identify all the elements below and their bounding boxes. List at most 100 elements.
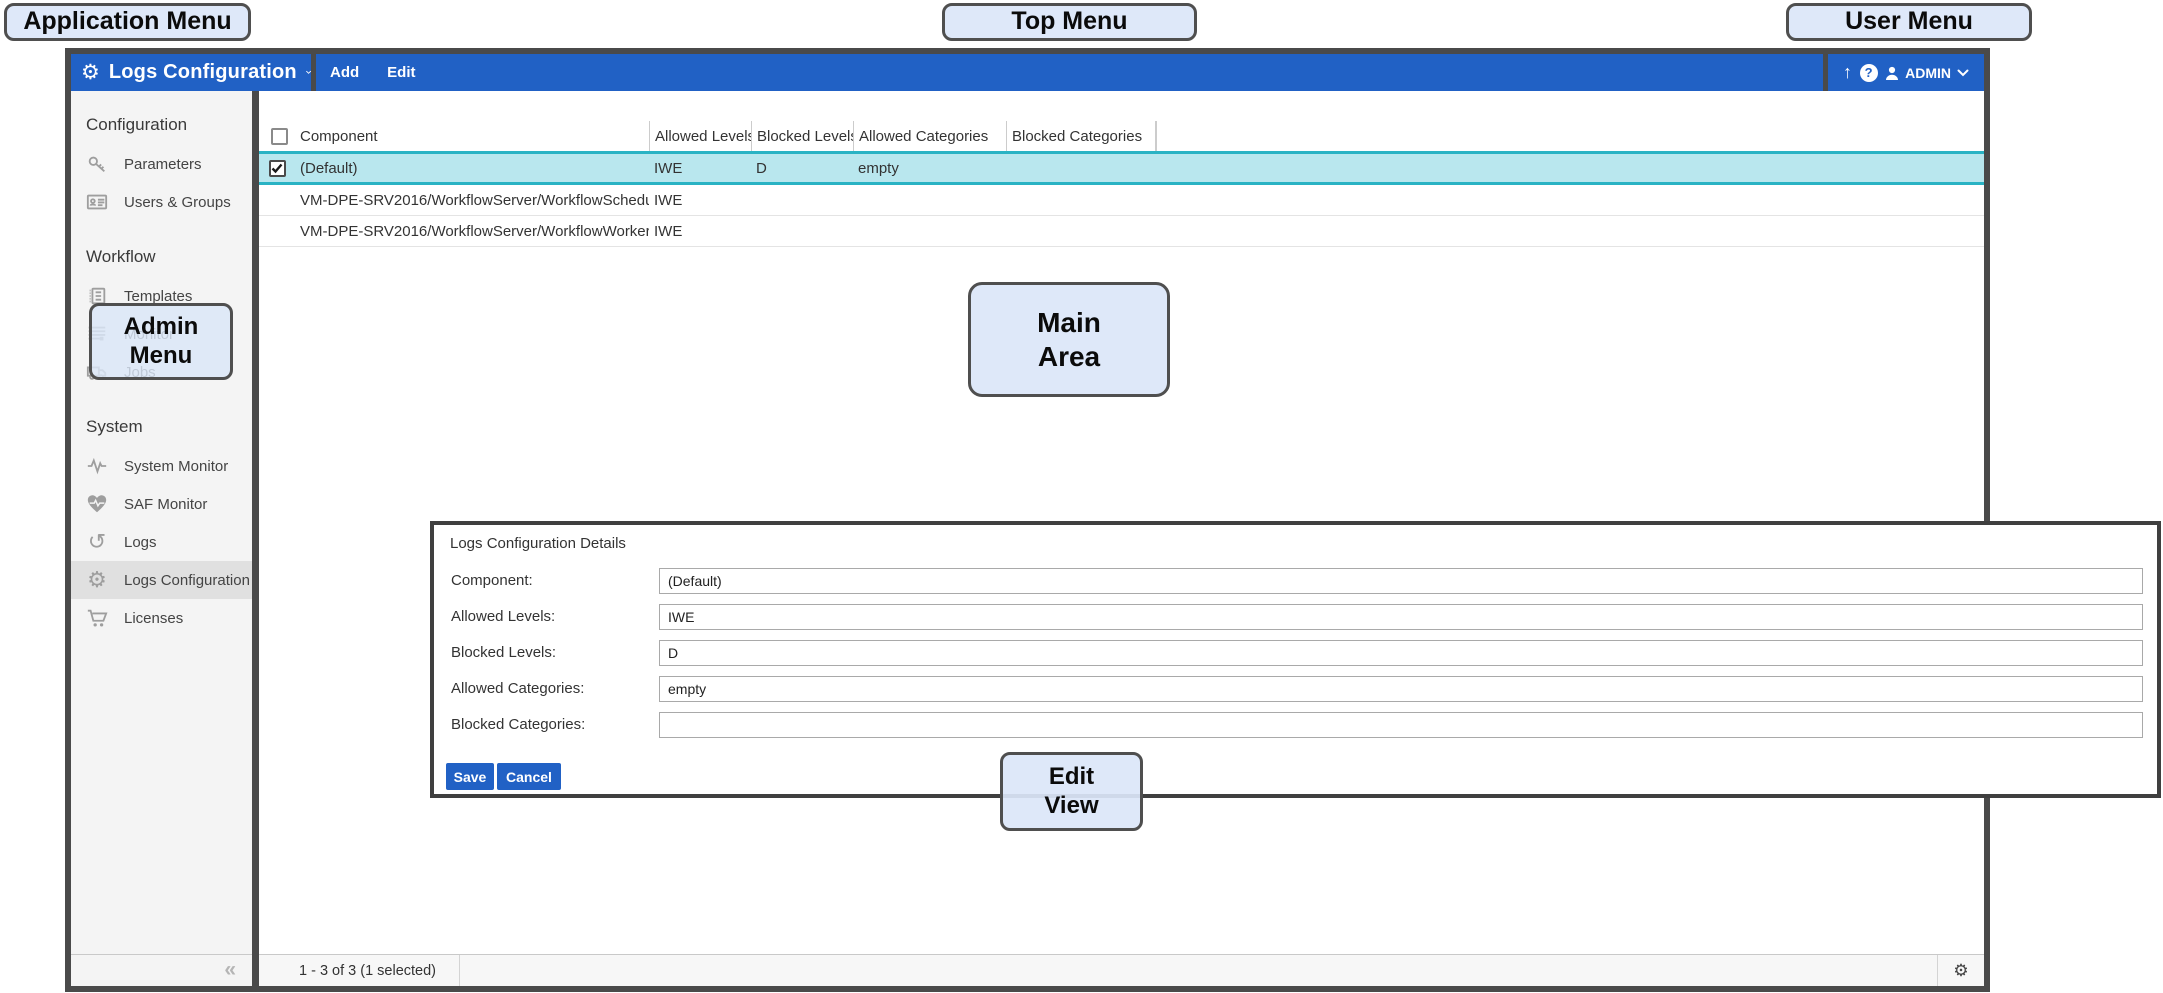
cart-icon [85, 606, 109, 630]
row-checkbox-cell [259, 216, 295, 246]
add-button[interactable]: Add [330, 64, 359, 81]
callout-top-menu: Top Menu [942, 3, 1197, 41]
sidebar-section-workflow: Workflow [86, 247, 252, 267]
sidebar-item-label: Templates [124, 288, 192, 305]
field-label: Component: [451, 572, 533, 589]
sidebar-item-system-monitor[interactable]: System Monitor [71, 447, 252, 485]
callout-label: Area [1038, 340, 1100, 373]
checkmark-icon [271, 163, 283, 174]
history-icon: ↺ [85, 530, 109, 554]
sidebar-item-label: Logs Configuration [124, 572, 250, 589]
sidebar-item-logs-configuration[interactable]: ⚙ Logs Configuration [71, 561, 252, 599]
column-header-allowed-categories[interactable]: Allowed Categories [853, 121, 1006, 151]
cell-component: (Default) [295, 154, 649, 182]
allowed-levels-field[interactable] [659, 604, 2143, 630]
gear-icon: ⚙ [85, 568, 109, 592]
logs-configuration-table: Component Allowed Levels Blocked Levels … [259, 121, 1984, 247]
cell-filler [1156, 216, 1984, 246]
admin-menu-sidebar: Configuration Parameters Users & Groups [71, 91, 252, 986]
column-header-blocked-categories[interactable]: Blocked Categories [1006, 121, 1156, 151]
sidebar-item-licenses[interactable]: Licenses [71, 599, 252, 637]
save-button[interactable]: Save [446, 763, 494, 790]
app-window: ⚙ Logs Configuration Add Edit ↑ ? ADMIN [65, 48, 1990, 992]
callout-label: Top Menu [1011, 7, 1127, 37]
table-row[interactable]: VM-DPE-SRV2016/WorkflowServer/WorkflowSc… [259, 185, 1984, 216]
blocked-categories-field[interactable] [659, 712, 2143, 738]
cell-filler [1156, 154, 1984, 182]
user-menu-area: ↑ ? ADMIN [1828, 54, 1984, 91]
form-row-allowed-levels: Allowed Levels: [434, 604, 2157, 630]
sidebar-section-system: System [86, 417, 252, 437]
cell-blocked-levels [751, 185, 853, 215]
callout-label: Edit [1049, 763, 1094, 791]
field-label: Blocked Categories: [451, 716, 585, 733]
table-settings-gear-icon[interactable]: ⚙ [1938, 955, 1984, 986]
edit-button[interactable]: Edit [387, 64, 415, 81]
chevron-down-icon [1957, 69, 1969, 77]
application-menu-button[interactable]: ⚙ Logs Configuration [71, 54, 311, 91]
callout-label: Menu [130, 342, 193, 370]
sidebar-item-label: Users & Groups [124, 194, 231, 211]
sidebar-item-label: SAF Monitor [124, 496, 207, 513]
sidebar-divider [252, 91, 259, 986]
documentation-page: ⚙ Logs Configuration Add Edit ↑ ? ADMIN [0, 0, 2163, 993]
callout-label: View [1044, 792, 1098, 820]
callout-label: User Menu [1845, 7, 1973, 37]
help-icon[interactable]: ? [1860, 64, 1878, 82]
edit-view-panel: Logs Configuration Details Component: Al… [430, 521, 2161, 798]
cell-component: VM-DPE-SRV2016/WorkflowServer/WorkflowSc… [295, 185, 649, 215]
key-icon [85, 152, 109, 176]
sidebar-item-logs[interactable]: ↺ Logs [71, 523, 252, 561]
form-row-blocked-categories: Blocked Categories: [434, 712, 2157, 738]
column-header-component[interactable]: Component [295, 121, 649, 151]
id-card-icon [85, 190, 109, 214]
cell-blocked-categories [1006, 216, 1156, 246]
form-row-component: Component: [434, 568, 2157, 594]
callout-label: Admin [124, 313, 199, 341]
component-field[interactable] [659, 568, 2143, 594]
cell-blocked-levels [751, 216, 853, 246]
record-count-text: 1 - 3 of 3 (1 selected) [299, 963, 459, 979]
column-header-blocked-levels[interactable]: Blocked Levels [751, 121, 853, 151]
cell-blocked-levels: D [751, 154, 853, 182]
column-header-filler [1156, 121, 1984, 151]
sidebar-item-label: Logs [124, 534, 157, 551]
cell-allowed-categories [853, 216, 1006, 246]
user-menu-button[interactable]: ADMIN [1885, 65, 1969, 81]
callout-edit-view: Edit View [1000, 752, 1143, 831]
heart-pulse-icon [85, 492, 109, 516]
pulse-icon [85, 454, 109, 478]
table-row[interactable]: VM-DPE-SRV2016/WorkflowServer/WorkflowWo… [259, 216, 1984, 247]
cell-allowed-categories: empty [853, 154, 1006, 182]
sidebar-item-saf-monitor[interactable]: SAF Monitor [71, 485, 252, 523]
app-gear-icon: ⚙ [81, 62, 100, 83]
column-header-allowed-levels[interactable]: Allowed Levels [649, 121, 751, 151]
cancel-button[interactable]: Cancel [497, 763, 561, 790]
callout-user-menu: User Menu [1786, 3, 2032, 41]
header-checkbox-cell [259, 121, 295, 151]
cell-blocked-categories [1006, 154, 1156, 182]
sidebar-item-label: Parameters [124, 156, 202, 173]
sidebar-footer: « [71, 954, 252, 986]
table-header-row: Component Allowed Levels Blocked Levels … [259, 121, 1984, 151]
sidebar-item-label: System Monitor [124, 458, 228, 475]
user-name: ADMIN [1905, 65, 1951, 81]
row-checkbox-checked[interactable] [269, 160, 286, 177]
topbar-spacer [416, 54, 1823, 91]
row-checkbox-cell [259, 154, 295, 182]
sidebar-item-parameters[interactable]: Parameters [71, 145, 252, 183]
field-label: Allowed Categories: [451, 680, 584, 697]
select-all-checkbox[interactable] [271, 128, 288, 145]
allowed-categories-field[interactable] [659, 676, 2143, 702]
blocked-levels-field[interactable] [659, 640, 2143, 666]
top-menu: Add Edit [316, 54, 416, 91]
cell-allowed-levels: IWE [649, 185, 751, 215]
upload-arrow-icon[interactable]: ↑ [1843, 62, 1852, 83]
sidebar-item-users-groups[interactable]: Users & Groups [71, 183, 252, 221]
collapse-sidebar-button[interactable]: « [224, 958, 236, 982]
person-icon [1885, 66, 1899, 80]
table-row[interactable]: (Default) IWE D empty [259, 151, 1984, 185]
cell-allowed-levels: IWE [649, 216, 751, 246]
top-menu-bar: ⚙ Logs Configuration Add Edit ↑ ? ADMIN [71, 54, 1984, 91]
form-row-blocked-levels: Blocked Levels: [434, 640, 2157, 666]
